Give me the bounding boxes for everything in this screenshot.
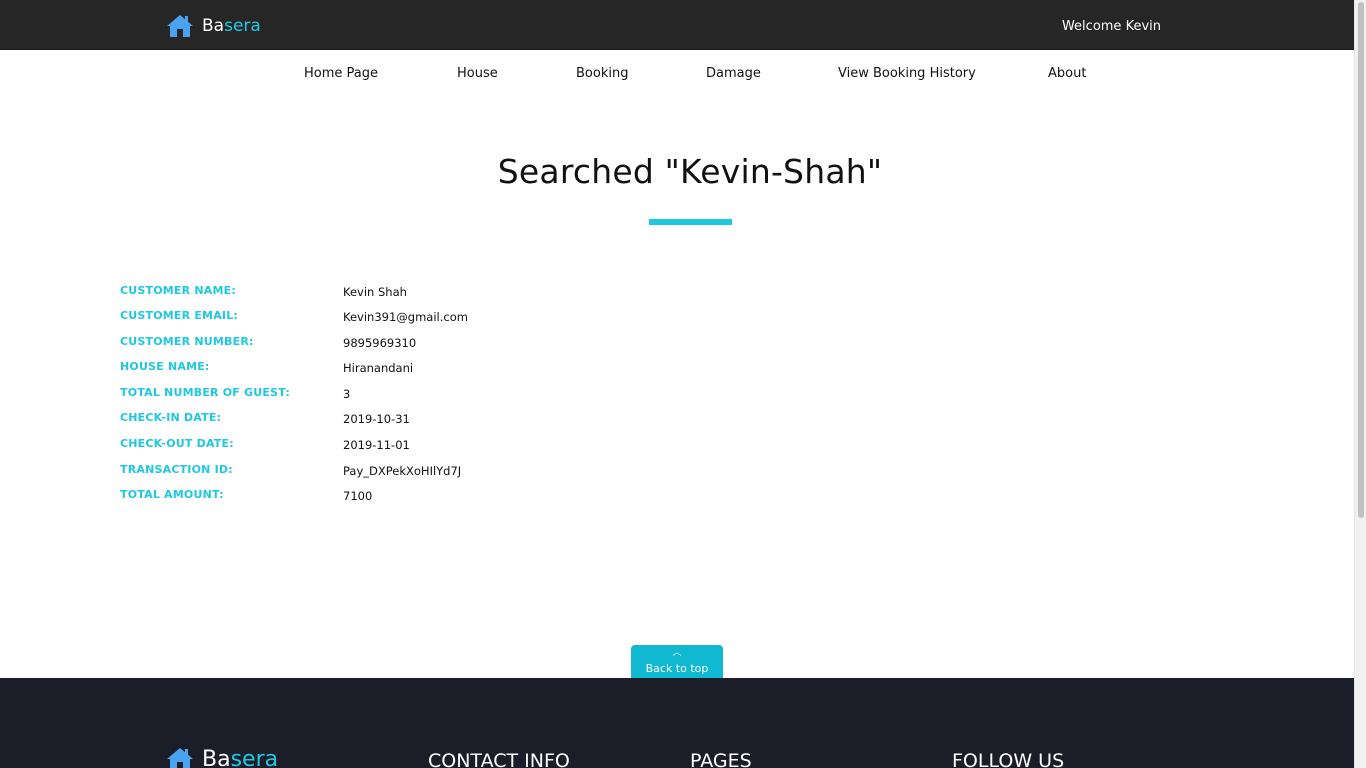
detail-label: CUSTOMER EMAIL: xyxy=(120,309,239,322)
footer-pages-heading: PAGES xyxy=(690,750,752,768)
nav-about[interactable]: About xyxy=(1048,66,1086,81)
house-icon xyxy=(167,15,193,37)
back-to-top-label: Back to top xyxy=(645,662,709,675)
footer-follow-heading: FOLLOW US xyxy=(952,750,1065,768)
detail-label: TOTAL AMOUNT: xyxy=(120,488,224,501)
detail-label: HOUSE NAME: xyxy=(120,360,210,373)
top-bar: Ba sera Welcome Kevin xyxy=(0,0,1354,50)
detail-row-customer-name: CUSTOMER NAME: Kevin Shah xyxy=(120,284,620,304)
detail-row-check-in-date: CHECK-IN DATE: 2019-10-31 xyxy=(120,411,620,431)
detail-label: TOTAL NUMBER OF GUEST: xyxy=(120,386,290,399)
house-icon xyxy=(167,748,193,768)
scrollbar-thumb[interactable] xyxy=(1358,2,1364,518)
nav-home-page[interactable]: Home Page xyxy=(304,66,378,81)
detail-value: Kevin391@gmail.com xyxy=(343,310,468,324)
detail-label: TRANSACTION ID: xyxy=(120,463,233,476)
chevron-up-icon: ︿ xyxy=(672,648,682,658)
detail-row-house-name: HOUSE NAME: Hiranandani xyxy=(120,360,620,380)
detail-label: CUSTOMER NAME: xyxy=(120,284,236,297)
detail-value: 9895969310 xyxy=(343,336,417,350)
footer: Ba sera CONTACT INFO PAGES FOLLOW US xyxy=(0,678,1354,768)
brand-prefix: Ba xyxy=(202,16,225,36)
page-title: Searched "Kevin-Shah" xyxy=(497,152,883,191)
detail-value: Hiranandani xyxy=(343,361,414,375)
footer-brand-prefix: Ba xyxy=(202,746,231,768)
detail-row-customer-number: CUSTOMER NUMBER: 9895969310 xyxy=(120,335,620,355)
footer-brand[interactable]: Ba sera xyxy=(166,746,278,768)
detail-value: 3 xyxy=(343,387,351,401)
title-underline xyxy=(649,219,732,225)
nav-view-booking-history[interactable]: View Booking History xyxy=(838,66,976,81)
footer-contact-heading: CONTACT INFO xyxy=(428,750,570,768)
detail-label: CHECK-OUT DATE: xyxy=(120,437,234,450)
detail-value: 7100 xyxy=(343,489,373,503)
footer-brand-suffix: sera xyxy=(230,746,279,768)
detail-label: CUSTOMER NUMBER: xyxy=(120,335,254,348)
detail-value: Pay_DXPekXoHIlYd7J xyxy=(343,464,462,478)
detail-row-check-out-date: CHECK-OUT DATE: 2019-11-01 xyxy=(120,437,620,457)
welcome-text: Welcome Kevin xyxy=(1061,19,1161,34)
main-nav: Home Page House Booking Damage View Book… xyxy=(0,50,1354,96)
page-scrollbar[interactable] xyxy=(1354,0,1366,768)
detail-row-total-guests: TOTAL NUMBER OF GUEST: 3 xyxy=(120,386,620,406)
nav-booking[interactable]: Booking xyxy=(576,66,628,81)
detail-row-customer-email: CUSTOMER EMAIL: Kevin391@gmail.com xyxy=(120,309,620,329)
detail-label: CHECK-IN DATE: xyxy=(120,411,222,424)
brand-logo-link[interactable]: Ba sera xyxy=(166,13,261,39)
nav-house[interactable]: House xyxy=(457,66,498,81)
nav-damage[interactable]: Damage xyxy=(706,66,761,81)
detail-row-total-amount: TOTAL AMOUNT: 7100 xyxy=(120,488,620,508)
detail-value: Kevin Shah xyxy=(343,285,407,299)
back-to-top-button[interactable]: ︿ Back to top xyxy=(631,645,723,679)
brand-suffix: sera xyxy=(224,16,261,36)
detail-row-transaction-id: TRANSACTION ID: Pay_DXPekXoHIlYd7J xyxy=(120,463,620,483)
detail-value: 2019-11-01 xyxy=(343,438,410,452)
detail-value: 2019-10-31 xyxy=(343,412,410,426)
